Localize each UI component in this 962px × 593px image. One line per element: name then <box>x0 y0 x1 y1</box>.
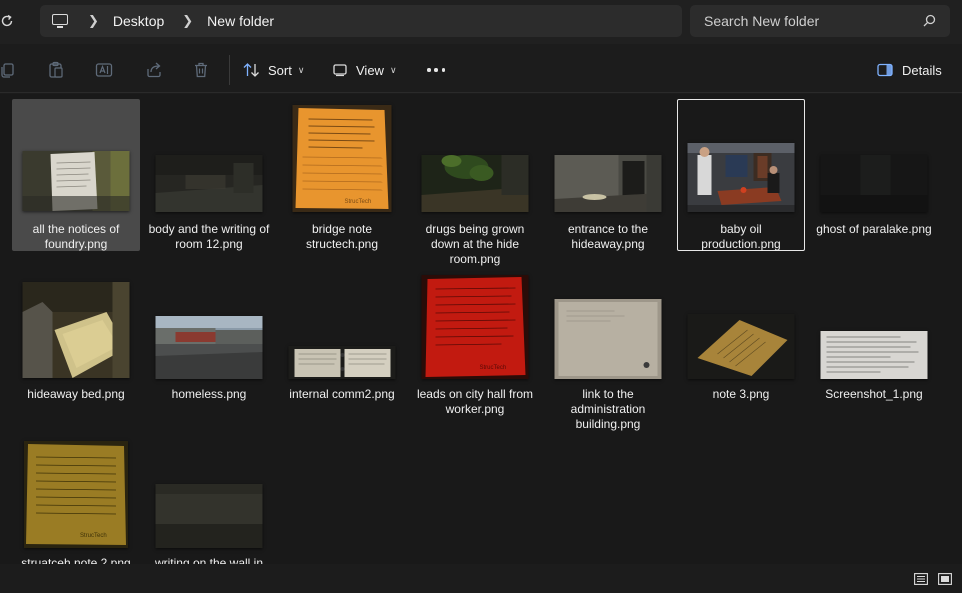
file-thumbnail <box>820 155 928 212</box>
file-thumbnail <box>820 331 928 379</box>
copy-icon[interactable] <box>0 61 18 79</box>
file-item[interactable]: entrance to the hideaway.png <box>544 99 672 251</box>
svg-text:StrucTech: StrucTech <box>345 199 372 205</box>
chevron-down-icon: ∨ <box>389 64 397 75</box>
share-icon[interactable] <box>145 61 163 79</box>
file-name: hideaway bed.png <box>27 387 125 401</box>
view-button[interactable]: View ∨ <box>333 59 397 81</box>
view-label: View <box>356 62 384 78</box>
details-view-icon[interactable] <box>914 573 928 585</box>
file-item[interactable]: StrucTech leads on city hall from worker… <box>411 274 539 426</box>
tiles-view-icon[interactable] <box>938 573 952 585</box>
delete-icon[interactable] <box>192 61 210 79</box>
file-item[interactable]: StrucTech bridge note structech.png <box>278 99 406 251</box>
file-thumbnail <box>155 316 263 379</box>
file-thumbnail <box>155 155 263 212</box>
sort-button[interactable]: Sort ∨ <box>243 59 304 81</box>
file-name: link to the administration building.png <box>570 387 646 431</box>
chevron-right-icon[interactable]: ❯ <box>182 13 193 29</box>
this-pc-icon[interactable] <box>52 14 70 28</box>
search-icon[interactable] <box>923 14 936 27</box>
file-thumbnail <box>554 299 662 379</box>
file-name: body and the writing of room 12.png <box>148 222 270 251</box>
file-thumbnail <box>687 314 795 379</box>
file-thumbnail: StrucTech <box>24 441 128 548</box>
file-item[interactable]: writing on the wall in <box>145 440 273 564</box>
details-pane-icon <box>877 63 893 77</box>
file-name: Screenshot_1.png <box>825 387 923 401</box>
command-bar: Sort ∨ View ∨ Details <box>0 47 962 93</box>
file-item[interactable]: link to the administration building.png <box>544 274 672 431</box>
chevron-down-icon: ∨ <box>297 64 305 75</box>
breadcrumb-new-folder[interactable]: New folder <box>207 13 274 29</box>
toolbar-divider <box>229 55 230 85</box>
file-item[interactable]: StrucTech struatceh note 2.png <box>12 440 140 564</box>
sort-icon <box>243 63 259 77</box>
breadcrumb-desktop[interactable]: Desktop <box>113 13 164 29</box>
file-item[interactable]: all the notices of foundry.png <box>12 99 140 251</box>
details-label: Details <box>902 62 942 78</box>
breadcrumb[interactable]: ❯ Desktop ❯ New folder <box>40 5 682 37</box>
file-name: drugs being grown down at the hide room.… <box>425 222 525 266</box>
file-item[interactable]: body and the writing of room 12.png <box>145 99 273 251</box>
more-options-icon[interactable] <box>427 68 445 72</box>
file-item[interactable]: internal comm2.png <box>278 274 406 409</box>
file-name: bridge note structech.png <box>305 222 379 251</box>
status-bar <box>0 564 962 593</box>
refresh-icon[interactable] <box>0 11 18 31</box>
file-name: ghost of paralake.png <box>816 222 932 236</box>
file-name: internal comm2.png <box>289 387 395 401</box>
file-item[interactable]: Screenshot_1.png <box>810 274 938 409</box>
file-name: leads on city hall from worker.png <box>416 387 534 416</box>
file-item[interactable]: note 3.png <box>677 274 805 409</box>
file-thumbnail <box>421 155 529 212</box>
file-name: note 3.png <box>712 387 770 401</box>
chevron-right-icon[interactable]: ❯ <box>88 13 99 29</box>
rename-icon[interactable] <box>95 61 113 79</box>
search-placeholder: Search New folder <box>704 13 820 29</box>
svg-text:StrucTech: StrucTech <box>480 365 507 371</box>
file-thumbnail: StrucTech <box>421 275 529 379</box>
details-button[interactable]: Details <box>877 59 942 81</box>
address-bar-row: ❯ Desktop ❯ New folder Search New folder <box>0 0 962 44</box>
file-item[interactable]: baby oil production.png <box>677 99 805 251</box>
file-item[interactable]: ghost of paralake.png <box>810 99 938 251</box>
file-name: baby oil production.png <box>701 222 781 251</box>
view-icon <box>333 64 347 77</box>
file-name: writing on the wall in <box>154 556 264 564</box>
svg-text:StrucTech: StrucTech <box>80 533 107 539</box>
file-name: all the notices of foundry.png <box>32 222 120 251</box>
file-name: homeless.png <box>171 387 247 401</box>
file-item[interactable]: hideaway bed.png <box>12 274 140 409</box>
file-name: struatceh note 2.png <box>21 556 131 564</box>
file-thumbnail <box>687 143 795 212</box>
file-thumbnail <box>554 155 662 212</box>
file-thumbnail: StrucTech <box>292 105 392 212</box>
search-input[interactable]: Search New folder <box>690 5 950 37</box>
paste-icon[interactable] <box>47 61 65 79</box>
file-grid: all the notices of foundry.png body and … <box>0 94 962 564</box>
file-name: entrance to the hideaway.png <box>567 222 649 251</box>
file-item[interactable]: homeless.png <box>145 274 273 409</box>
file-thumbnail <box>288 346 396 379</box>
file-thumbnail <box>22 151 130 211</box>
file-item[interactable]: drugs being grown down at the hide room.… <box>411 99 539 267</box>
file-thumbnail <box>155 484 263 548</box>
file-thumbnail <box>22 282 130 378</box>
sort-label: Sort <box>268 62 292 78</box>
